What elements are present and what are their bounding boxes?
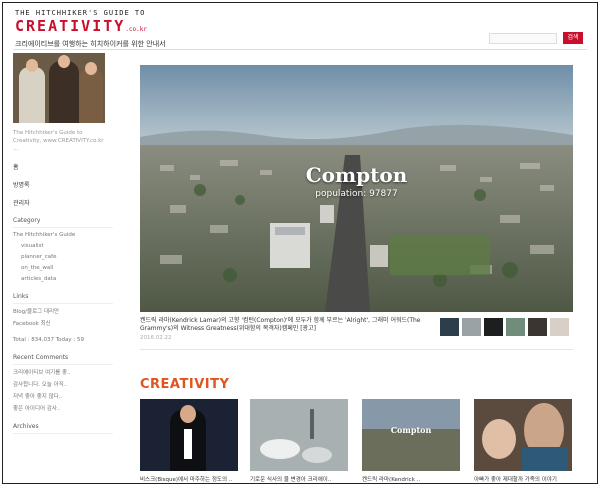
post-card-caption[interactable]: 비스크(Bisque)에서 마주하는 정도의 .. xyxy=(140,475,238,483)
archives-title: Archives xyxy=(13,423,113,434)
post-card-thumb[interactable] xyxy=(140,399,238,471)
visitor-count: Total : 834,037 Today : 59 xyxy=(13,337,84,343)
recent-comments-title: Recent Comments xyxy=(13,354,113,365)
recent-comment[interactable]: 좋은 아이디어 감사.. xyxy=(13,405,123,413)
links-title: Links xyxy=(13,293,113,304)
slider-thumb[interactable] xyxy=(528,318,547,336)
logo-top-text: THE HITCHHIKER'S GUIDE TO xyxy=(15,9,146,17)
header-divider xyxy=(13,49,587,50)
site-tagline: 크리에이티브를 여행하는 히치하이커를 위한 안내서 xyxy=(15,40,166,48)
search-input[interactable] xyxy=(489,33,557,44)
category-item[interactable]: articles_data xyxy=(13,275,123,283)
card-mini-title: Compton xyxy=(390,425,432,435)
nav-guestbook[interactable]: 방명록 xyxy=(13,180,123,189)
post-card-caption[interactable]: 켄드릭 라마(Kendrick .. xyxy=(362,475,460,483)
category-item[interactable]: planner_cafe xyxy=(13,253,123,261)
section-title: CREATIVITY xyxy=(140,377,230,392)
site-logo[interactable]: CREATIVITY.co.kr xyxy=(15,17,147,35)
post-card-thumb[interactable]: Compton xyxy=(362,399,460,471)
category-item[interactable]: on_the_wall xyxy=(13,264,123,272)
search-button[interactable]: 검색 xyxy=(563,32,583,44)
hero-image[interactable]: Compton population: 97877 xyxy=(140,65,573,312)
category-item[interactable]: visualist xyxy=(13,242,123,250)
nav-home[interactable]: 홈 xyxy=(13,162,123,171)
profile-image[interactable] xyxy=(13,53,105,123)
category-item[interactable]: The Hitchhiker's Guide xyxy=(13,231,123,239)
blog-description: The Hitchhiker's Guide to Creativity, ww… xyxy=(13,130,104,152)
slider-thumb[interactable] xyxy=(440,318,459,336)
hero-title: Compton xyxy=(305,163,408,187)
logo-main-text: CREATIVITY xyxy=(15,17,126,35)
nav-admin[interactable]: 관리자 xyxy=(13,198,123,207)
post-card-thumb[interactable] xyxy=(250,399,348,471)
content-divider xyxy=(140,349,573,350)
slider-thumb[interactable] xyxy=(550,318,569,336)
slider-thumb[interactable] xyxy=(462,318,481,336)
hero-caption-link[interactable]: 켄드릭 라마(Kendrick Lamar)의 고향 '컴턴(Compton)'… xyxy=(140,317,432,333)
page-frame: THE HITCHHIKER'S GUIDE TO CREATIVITY.co.… xyxy=(2,2,598,484)
post-date: 2016.02.22 xyxy=(140,335,172,341)
post-card-caption[interactable]: 기로운 식사의 물 변경아 크리에이.. xyxy=(250,475,348,483)
post-card-caption[interactable]: 아빠가 좋아 제대할까 가족의 이야기 xyxy=(474,475,572,483)
logo-suffix: .co.kr xyxy=(125,26,147,33)
slider-thumbnails xyxy=(440,318,573,336)
recent-comment[interactable]: 크리에이티브 여기를 좋.. xyxy=(13,369,123,377)
sidebar: The Hitchhiker's Guide to Creativity, ww… xyxy=(13,53,123,434)
slider-thumb[interactable] xyxy=(506,318,525,336)
post-card-thumb[interactable] xyxy=(474,399,572,471)
link-item[interactable]: Facebook 최신 xyxy=(13,320,123,328)
recent-comment[interactable]: 저녁 좋아 좋지 않다.. xyxy=(13,393,123,401)
main-content: Compton population: 97877 켄드릭 라마(Kendric… xyxy=(140,65,573,483)
link-item[interactable]: Blog/블로그 대리만 xyxy=(13,308,123,316)
slider-thumb[interactable] xyxy=(484,318,503,336)
category-title: Category xyxy=(13,217,113,228)
recent-comment[interactable]: 감사합니다. 오늘 아직.. xyxy=(13,381,123,389)
hero-subtitle: population: 97877 xyxy=(315,189,398,199)
